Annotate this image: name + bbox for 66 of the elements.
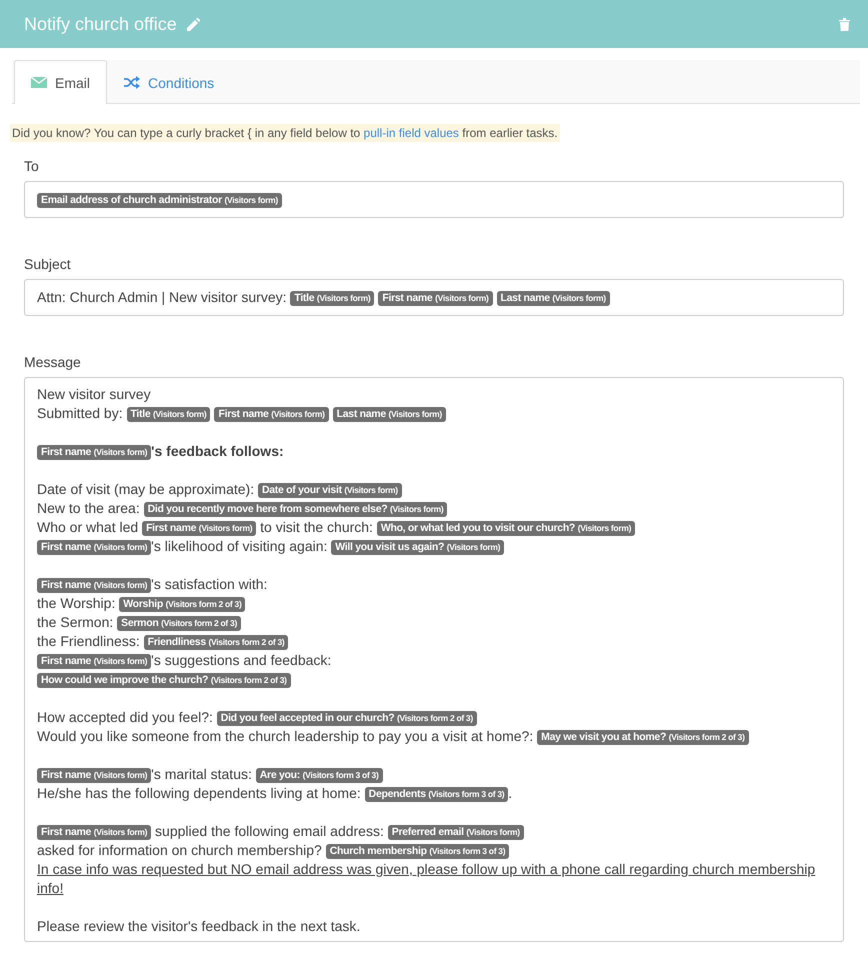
field-token[interactable]: First name (Visitors form) <box>378 291 493 306</box>
field-token[interactable]: Last name (Visitors form) <box>496 291 610 306</box>
field-token[interactable]: First name (Visitors form) <box>37 540 152 555</box>
field-token[interactable]: Title (Visitors form) <box>126 407 210 422</box>
field-token[interactable]: Email address of church administrator (Visitors form) <box>37 193 282 208</box>
tab[interactable]: Email <box>14 60 108 104</box>
message-text: to visit the church: <box>259 519 374 535</box>
envelope-icon <box>31 77 47 88</box>
field-token[interactable]: Did you feel accepted in our church? (Visitors form 2 of 3) <box>216 711 477 726</box>
message-text: He/she has the following dependents living at home: <box>37 785 362 801</box>
field-token[interactable]: Will you visit us again? (Visitors form) <box>331 540 504 555</box>
message-text: the Sermon: <box>37 614 114 630</box>
to-field[interactable]: Email address of church administrator (Visitors form) <box>24 181 844 218</box>
field-token[interactable]: First name (Visitors form) <box>214 407 329 422</box>
message-text: 's likelihood of visiting again: <box>151 538 328 554</box>
field-token[interactable]: Who, or what led you to visit our church? (Visitors form) <box>376 521 636 536</box>
shuffle-icon <box>124 76 140 89</box>
message-text: Who or what led <box>37 519 140 535</box>
field-token[interactable]: First name (Visitors form) <box>37 578 152 593</box>
field-token[interactable]: First name (Visitors form) <box>37 825 152 840</box>
field-token[interactable]: First name (Visitors form) <box>37 654 152 669</box>
field-values-link[interactable]: pull-in field values <box>364 126 459 140</box>
message-text: Please review the visitor's feedback in the next task. <box>37 918 360 934</box>
trash-icon[interactable] <box>839 18 850 30</box>
field-token[interactable]: Friendliness (Visitors form 2 of 3) <box>144 635 288 650</box>
tab[interactable]: Conditions <box>107 61 232 103</box>
field-token[interactable]: May we visit you at home? (Visitors form 2 of 3) <box>537 730 749 745</box>
message-text: Date of visit (may be approximate): <box>37 481 256 497</box>
field-token[interactable]: Last name (Visitors form) <box>332 407 446 422</box>
tip-text: Did you know? You can type a curly bracket { in any field below to pull-in field values from earlier tasks. <box>10 124 560 142</box>
message-text: In case info was requested but NO email address was given, please follow up with a phone call regarding church membership info! <box>37 861 816 896</box>
field-token[interactable]: First name (Visitors form) <box>37 445 152 460</box>
message-text: Attn: Church Admin | New visitor survey: <box>37 289 288 305</box>
field-token[interactable]: Preferred email (Visitors form) <box>388 825 524 840</box>
message-text: Would you like someone from the church leadership to pay you a visit at home?: <box>37 728 534 744</box>
field-token[interactable]: Sermon (Visitors form 2 of 3) <box>117 616 241 631</box>
field-token[interactable]: Worship (Visitors form 2 of 3) <box>119 597 246 612</box>
message-field[interactable] <box>24 377 844 942</box>
field-token[interactable]: Church membership (Visitors form 3 of 3) <box>326 844 510 859</box>
message-text: How accepted did you feel?: <box>37 709 214 725</box>
message-text: 's marital status: <box>151 766 253 782</box>
message-text: 's feedback follows: <box>151 443 284 459</box>
pencil-icon[interactable] <box>186 18 200 30</box>
task-title: Notify church office <box>24 14 177 34</box>
message-text: New visitor survey <box>37 386 151 402</box>
field-token[interactable]: Dependents (Visitors form 3 of 3) <box>364 787 508 802</box>
field-label: Subject <box>24 256 72 272</box>
field-token[interactable]: Did you recently move here from somewhere else? (Visitors form) <box>144 502 448 517</box>
message-text: the Worship: <box>37 595 116 611</box>
subject-field[interactable]: Attn: Church Admin | New visitor survey: Title (Visitors form) First name (Visitors form) Last name (Visitors form) <box>24 279 844 316</box>
field-label: Message <box>24 354 82 370</box>
message-text: Submitted by: <box>37 405 124 421</box>
field-token[interactable]: Title (Visitors form) <box>290 291 374 306</box>
message-text: 's suggestions and feedback: <box>151 652 332 668</box>
message-text: asked for information on church membership? <box>37 842 323 858</box>
field-token[interactable]: How could we improve the church? (Visitors form 2 of 3) <box>37 673 291 688</box>
message-text: New to the area: <box>37 500 141 516</box>
message-text: supplied the following email address: <box>154 823 385 839</box>
message-text: the Friendliness: <box>37 633 141 649</box>
field-token[interactable]: Date of your visit (Visitors form) <box>258 483 402 498</box>
message-text: 's satisfaction with: <box>151 576 268 592</box>
field-label: To <box>24 158 40 174</box>
field-token[interactable]: First name (Visitors form) <box>142 521 256 536</box>
message-text: . <box>508 785 512 801</box>
field-token[interactable]: First name (Visitors form) <box>37 768 152 783</box>
field-token[interactable]: Are you: (Visitors form 3 of 3) <box>256 768 382 783</box>
